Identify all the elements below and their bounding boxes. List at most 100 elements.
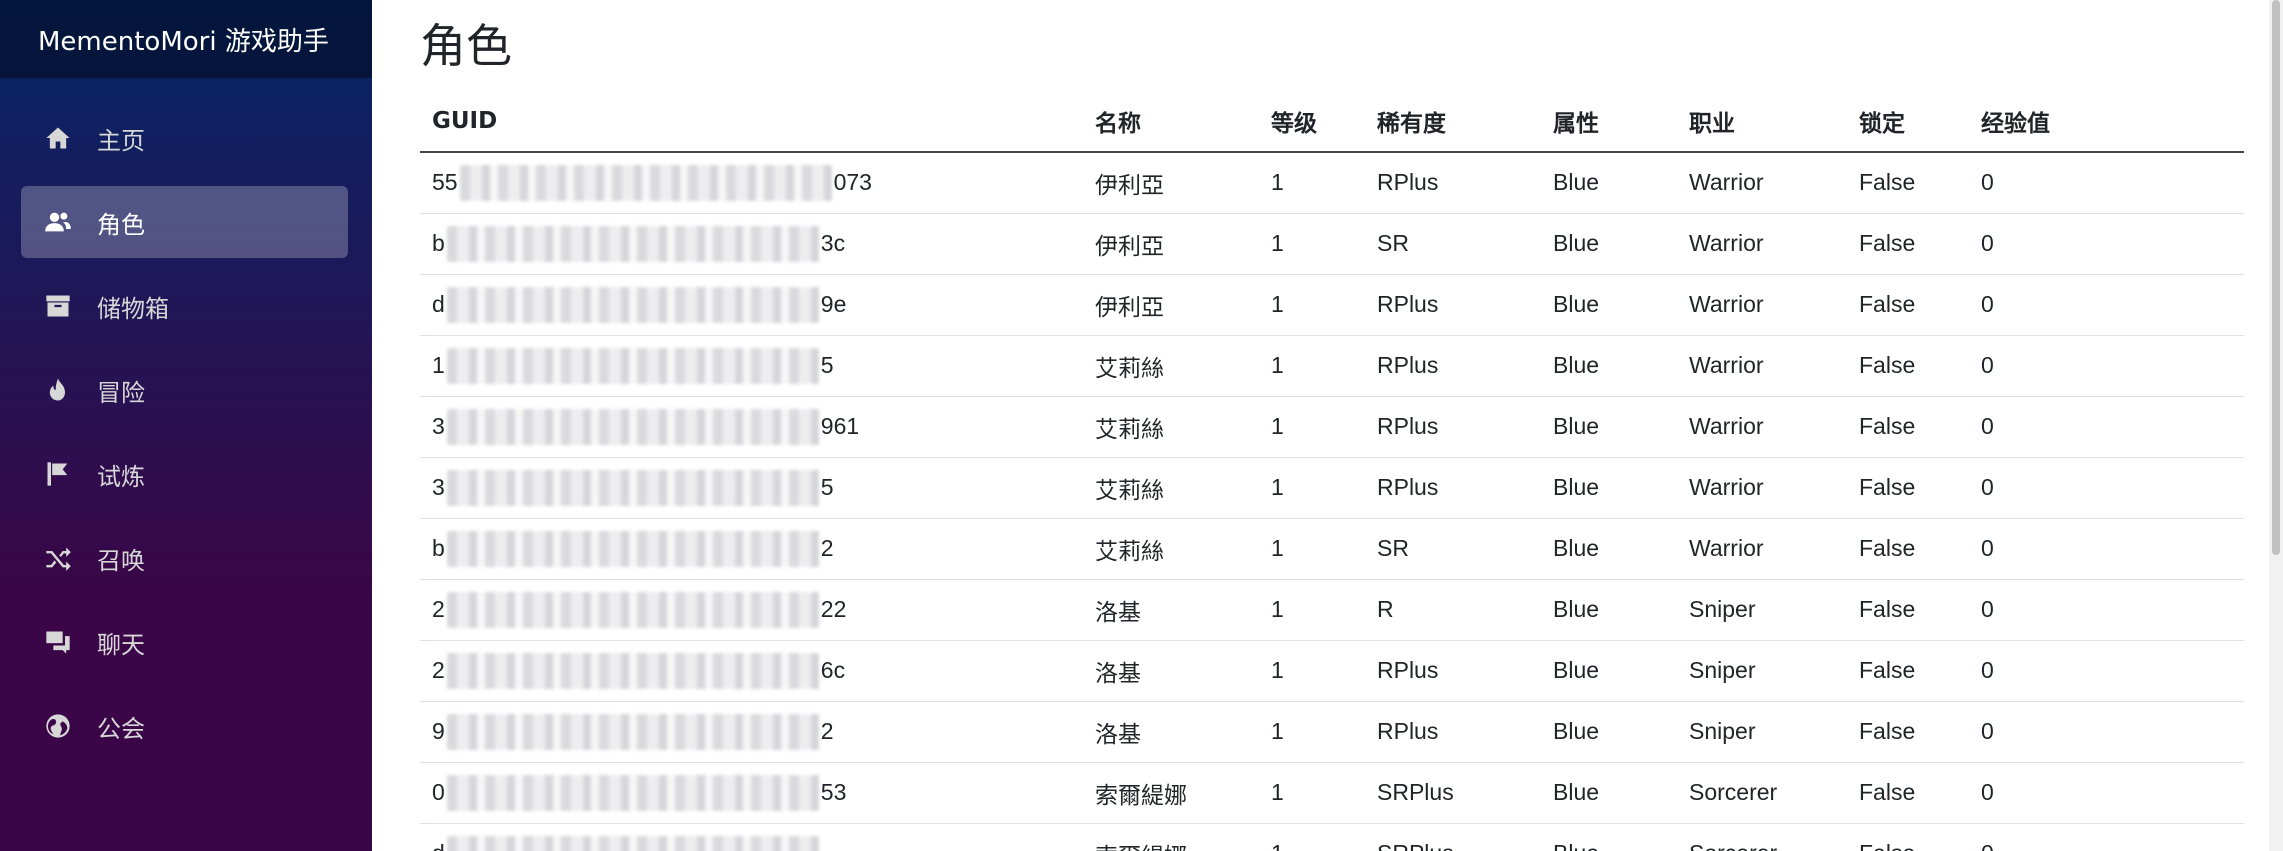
- name-cell: 洛基: [1083, 579, 1259, 641]
- level-cell: 1: [1259, 701, 1365, 763]
- rarity-cell: SR: [1365, 518, 1541, 580]
- locked-cell: False: [1847, 762, 1969, 824]
- guid-end: 2: [820, 718, 834, 744]
- element-cell: Blue: [1541, 335, 1677, 397]
- redacted-guid: [446, 713, 819, 750]
- level-cell: 1: [1259, 823, 1365, 851]
- guid-start: 55: [432, 169, 458, 196]
- rarity-cell: RPlus: [1365, 274, 1541, 336]
- sidebar-item-home[interactable]: 主页: [21, 102, 348, 174]
- sidebar-item-summon[interactable]: 召唤: [21, 522, 348, 594]
- table-row[interactable]: b 2 艾莉絲 1 SR Blue Warrior False 0: [420, 518, 2244, 580]
- column-header: 职业: [1677, 90, 1847, 153]
- rarity-cell: RPlus: [1365, 335, 1541, 397]
- table-row[interactable]: 55 073 伊利亞 1 RPlus Blue Warrior False 0: [420, 152, 2244, 214]
- guid-start: 3: [432, 474, 445, 500]
- table-row[interactable]: 9 2 洛基 1 RPlus Blue Sniper False 0: [420, 701, 2244, 763]
- name-cell: 洛基: [1083, 640, 1259, 702]
- globe-icon: [43, 711, 73, 741]
- sidebar-item-label: 召唤: [97, 546, 145, 575]
- exp-cell: 0: [1969, 213, 2244, 275]
- rarity-cell: RPlus: [1365, 701, 1541, 763]
- chat-icon: [43, 627, 73, 657]
- element-cell: Blue: [1541, 213, 1677, 275]
- level-cell: 1: [1259, 335, 1365, 397]
- exp-cell: 0: [1969, 701, 2244, 763]
- exp-cell: 0: [1969, 274, 2244, 336]
- exp-cell: 0: [1969, 152, 2244, 214]
- column-header: 经验值: [1969, 90, 2244, 153]
- column-header: 锁定: [1847, 90, 1969, 153]
- column-header: 稀有度: [1365, 90, 1541, 153]
- guid-cell: 2 22: [420, 579, 1083, 641]
- table-row[interactable]: d 9e 伊利亞 1 RPlus Blue Warrior False 0: [420, 274, 2244, 336]
- table-row[interactable]: 2 22 洛基 1 R Blue Sniper False 0: [420, 579, 2244, 641]
- sidebar-item-storage[interactable]: 储物箱: [21, 270, 348, 342]
- sidebar-item-label: 储物箱: [97, 294, 169, 323]
- redacted-guid: [459, 164, 832, 201]
- locked-cell: False: [1847, 274, 1969, 336]
- sidebar-item-trial[interactable]: 试炼: [21, 438, 348, 510]
- redacted-guid: [446, 408, 819, 445]
- app-title[interactable]: MementoMori 游戏助手: [0, 0, 372, 78]
- table-row[interactable]: 1 5 艾莉絲 1 RPlus Blue Warrior False 0: [420, 335, 2244, 397]
- main-content: 角色 GUID 名称 等级 稀有度 属性 职业 锁定 经验值 55 073 伊利亞 1 RPlus Bl…: [372, 0, 2283, 851]
- table-row[interactable]: 2 6c 洛基 1 RPlus Blue Sniper False 0: [420, 640, 2244, 702]
- job-cell: Warrior: [1677, 518, 1847, 580]
- redacted-guid: [446, 530, 819, 567]
- guid-start: b: [432, 535, 445, 561]
- sidebar-item-guild[interactable]: 公会: [21, 690, 348, 762]
- name-cell: 索爾緹娜: [1083, 762, 1259, 824]
- job-cell: Sniper: [1677, 640, 1847, 702]
- table-row[interactable]: 0 53 索爾緹娜 1 SRPlus Blue Sorcerer False 0: [420, 762, 2244, 824]
- element-cell: Blue: [1541, 579, 1677, 641]
- sidebar-item-characters[interactable]: 角色: [21, 186, 348, 258]
- redacted-guid: [446, 591, 819, 628]
- guid-cell: 3 961: [420, 396, 1083, 458]
- locked-cell: False: [1847, 396, 1969, 458]
- guid-start: b: [432, 230, 445, 256]
- name-cell: 艾莉絲: [1083, 396, 1259, 458]
- guid-end: 53: [820, 779, 847, 805]
- exp-cell: 0: [1969, 823, 2244, 851]
- table-row[interactable]: d 索爾緹娜1SRPlusBlueSorcererFalse0: [420, 823, 2244, 851]
- redacted-guid: [446, 347, 819, 384]
- exp-cell: 0: [1969, 457, 2244, 519]
- rarity-cell: SR: [1365, 213, 1541, 275]
- name-cell: 伊利亞: [1083, 213, 1259, 275]
- name-cell: 伊利亞: [1083, 274, 1259, 336]
- redacted-guid: [446, 652, 819, 689]
- name-cell: 艾莉絲: [1083, 457, 1259, 519]
- table-row[interactable]: 3 5 艾莉絲 1 RPlus Blue Warrior False 0: [420, 457, 2244, 519]
- locked-cell: False: [1847, 579, 1969, 641]
- scrollbar-thumb[interactable]: [2272, 0, 2280, 555]
- redacted-guid: [446, 835, 819, 851]
- exp-cell: 0: [1969, 579, 2244, 641]
- guid-end: 3c: [820, 230, 846, 256]
- element-cell: Blue: [1541, 823, 1677, 851]
- locked-cell: False: [1847, 701, 1969, 763]
- table-row[interactable]: 3 961 艾莉絲 1 RPlus Blue Warrior False 0: [420, 396, 2244, 458]
- flag-icon: [43, 459, 73, 489]
- redacted-guid: [446, 774, 819, 811]
- locked-cell: False: [1847, 457, 1969, 519]
- guid-cell: 2 6c: [420, 640, 1083, 702]
- job-cell: Warrior: [1677, 152, 1847, 214]
- level-cell: 1: [1259, 213, 1365, 275]
- characters-table: GUID 名称 等级 稀有度 属性 职业 锁定 经验值 55 073 伊利亞 1 RPlus Blue W…: [420, 90, 2244, 851]
- locked-cell: False: [1847, 640, 1969, 702]
- table-row[interactable]: b 3c 伊利亞 1 SR Blue Warrior False 0: [420, 213, 2244, 275]
- sidebar-item-chat[interactable]: 聊天: [21, 606, 348, 678]
- sidebar-item-adventure[interactable]: 冒险: [21, 354, 348, 426]
- sidebar-item-label: 试炼: [97, 462, 145, 491]
- name-cell: 艾莉絲: [1083, 335, 1259, 397]
- redacted-guid: [446, 225, 819, 262]
- sidebar-item-label: 聊天: [97, 630, 145, 659]
- guid-start: 2: [432, 657, 445, 683]
- sidebar-item-label: 角色: [97, 210, 145, 239]
- vertical-scrollbar[interactable]: [2269, 0, 2283, 851]
- element-cell: Blue: [1541, 396, 1677, 458]
- rarity-cell: RPlus: [1365, 640, 1541, 702]
- sidebar-item-label: 冒险: [97, 378, 145, 407]
- guid-start: 0: [432, 779, 445, 805]
